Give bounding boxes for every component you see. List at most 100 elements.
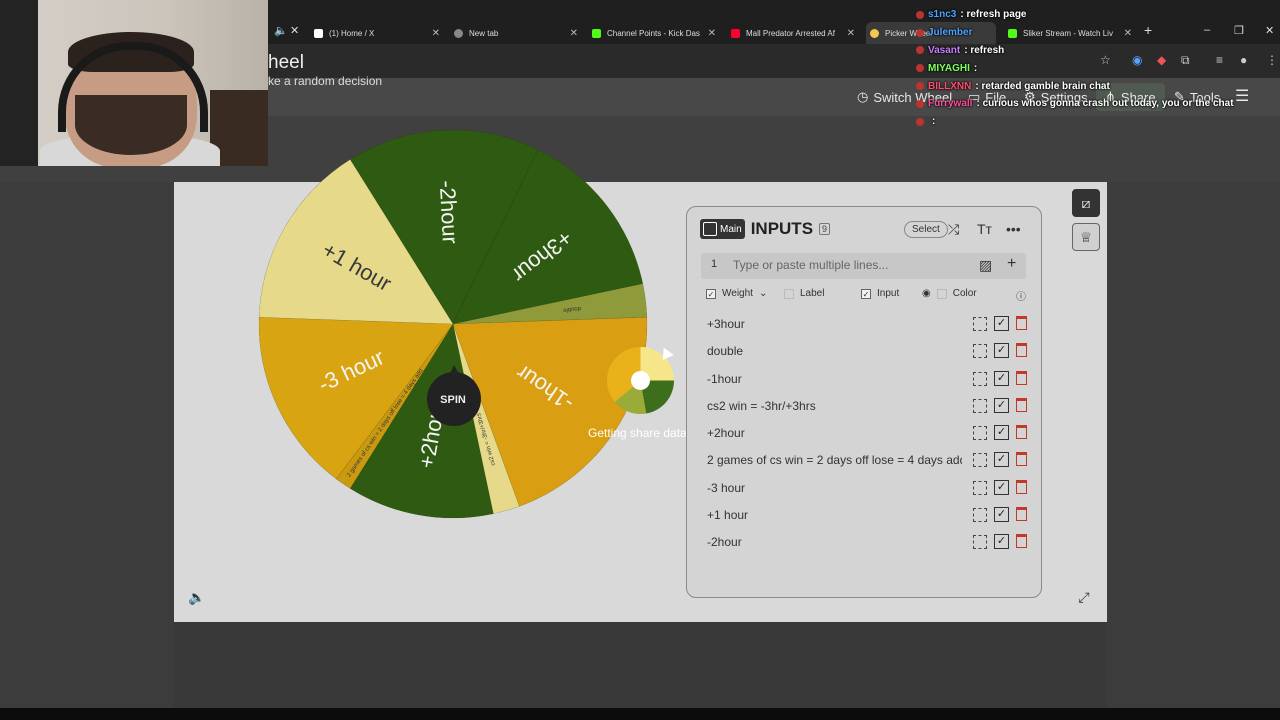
picker-wheel[interactable]: -2hour +3hour double -1hour cs2 win = -3hr/+…: [258, 129, 648, 519]
input-entry-label[interactable]: +2hour: [707, 426, 962, 440]
chat-username[interactable]: Vasant: [928, 45, 960, 56]
input-entry-label[interactable]: -1hour: [707, 372, 962, 386]
input-entry-row[interactable]: +3hour ✓: [701, 310, 1031, 337]
chat-username[interactable]: Julember: [928, 27, 972, 38]
trash-icon[interactable]: [1016, 507, 1027, 522]
trash-icon[interactable]: [1016, 343, 1027, 358]
sound-toggle-icon[interactable]: 🔈: [183, 584, 211, 612]
chat-text: :: [973, 62, 978, 74]
input-entry-row[interactable]: -1hour ✓: [701, 365, 1031, 392]
input-entry-row[interactable]: +1 hour ✓: [701, 501, 1031, 528]
text-size-icon[interactable]: Tт: [977, 221, 992, 237]
trophy-icon[interactable]: ♕: [1072, 223, 1100, 251]
chat-username[interactable]: s1nc3: [928, 9, 956, 20]
duplicate-icon[interactable]: [973, 317, 987, 331]
input-checkbox[interactable]: ✓: [861, 288, 871, 299]
weight-option[interactable]: ✓ Weight ⌄: [706, 288, 767, 299]
input-entry-label[interactable]: +3hour: [707, 317, 962, 331]
speaker-icon[interactable]: 🔈: [274, 24, 288, 37]
shuffle-icon[interactable]: ⤮: [948, 221, 959, 238]
tab-label: (1) Home / X: [329, 28, 375, 38]
tab-close-icon[interactable]: ✕: [708, 28, 716, 39]
input-entry-label[interactable]: 2 games of cs win = 2 days off lose = 4 …: [707, 453, 962, 467]
tab-youtube-video[interactable]: Mall Predator Arrested Af ✕: [731, 22, 855, 44]
trash-icon[interactable]: [1016, 316, 1027, 330]
wheel-segment-label: -2hour: [435, 180, 463, 245]
chat-badge-icon: [916, 28, 924, 37]
input-entry-label[interactable]: double: [707, 344, 962, 358]
tab-x-home[interactable]: (1) Home / X ✕: [314, 22, 440, 44]
inputs-header: Main INPUTS 9: [700, 219, 831, 239]
trash-icon[interactable]: [1016, 479, 1027, 494]
trash-icon[interactable]: [1016, 452, 1027, 467]
trash-icon[interactable]: [1016, 425, 1027, 440]
tab-new-tab[interactable]: New tab ✕: [454, 22, 578, 44]
fullscreen-icon[interactable]: ⤢: [1070, 584, 1098, 612]
duplicate-icon[interactable]: [973, 480, 987, 495]
input-entry-row[interactable]: cs2 win = -3hr/+3hrs ✓: [701, 392, 1031, 419]
input-option[interactable]: ✓ Input: [861, 288, 899, 299]
select-button[interactable]: Select: [904, 221, 948, 238]
chat-message: Julember: [916, 24, 1276, 42]
color-option[interactable]: ◉ Color: [922, 288, 977, 299]
weight-checkbox[interactable]: ✓: [706, 288, 716, 299]
eye-icon[interactable]: ◉: [922, 288, 931, 299]
tab-close-icon[interactable]: ✕: [432, 28, 440, 39]
tab-close-icon[interactable]: ✕: [290, 24, 299, 37]
entry-checkbox[interactable]: ✓: [994, 534, 1009, 550]
entry-input[interactable]: [733, 257, 968, 273]
input-entry-label[interactable]: -3 hour: [707, 481, 962, 495]
label-option[interactable]: Label: [784, 288, 824, 299]
input-entry-label[interactable]: -2hour: [707, 535, 962, 549]
main-tab-badge[interactable]: Main: [700, 219, 745, 239]
taskbar-strip: [0, 708, 1280, 720]
input-entry-row[interactable]: double ✓: [701, 337, 1031, 364]
trash-icon[interactable]: [1016, 397, 1027, 412]
duplicate-icon[interactable]: [973, 398, 987, 413]
input-entry-row[interactable]: 2 games of cs win = 2 days off lose = 4 …: [701, 446, 1031, 473]
add-entry-plus-icon[interactable]: +: [1007, 255, 1016, 273]
trash-icon[interactable]: [1016, 370, 1027, 385]
inputs-title: INPUTS: [750, 219, 814, 238]
kick-logo-icon: [592, 28, 601, 38]
tab-channel-points[interactable]: Channel Points - Kick Das ✕: [592, 22, 716, 44]
input-entry-row[interactable]: -3 hour ✓: [701, 474, 1031, 501]
input-entry-row[interactable]: +2hour ✓: [701, 419, 1031, 446]
duplicate-icon[interactable]: [973, 371, 987, 386]
tab-close-icon[interactable]: ✕: [847, 28, 855, 39]
duplicate-icon[interactable]: [973, 453, 987, 468]
tab-close-icon[interactable]: ✕: [570, 28, 578, 39]
duplicate-icon[interactable]: [973, 344, 987, 359]
entry-checkbox[interactable]: ✓: [994, 343, 1009, 359]
image-upload-icon[interactable]: ▨: [979, 257, 992, 274]
duplicate-icon[interactable]: [973, 535, 987, 550]
entry-checkbox[interactable]: ✓: [994, 316, 1009, 331]
entry-checkbox[interactable]: ✓: [994, 425, 1009, 441]
duplicate-icon[interactable]: [973, 426, 987, 441]
entry-checkbox[interactable]: ✓: [994, 397, 1009, 413]
hide-panel-icon[interactable]: ⧄: [1072, 189, 1100, 217]
chat-username[interactable]: MIYAGHI: [928, 63, 970, 74]
input-entry-label[interactable]: cs2 win = -3hr/+3hrs: [707, 399, 962, 413]
wheel-favicon-icon: [870, 28, 879, 38]
input-entry-label[interactable]: +1 hour: [707, 508, 962, 522]
card-footer: [174, 622, 1107, 708]
chat-username[interactable]: Furrywall: [928, 98, 972, 109]
entry-checkbox[interactable]: ✓: [994, 452, 1009, 468]
chevron-down-icon[interactable]: ⌄: [759, 288, 767, 299]
info-icon[interactable]: ⓘ: [1016, 288, 1026, 303]
chat-username[interactable]: BILLXNN: [928, 81, 971, 92]
chat-message: MIYAGHI:: [916, 59, 1276, 77]
trash-icon[interactable]: [1016, 534, 1027, 549]
input-entry-row[interactable]: -2hour ✓: [701, 528, 1031, 555]
label-checkbox[interactable]: [784, 288, 794, 299]
color-checkbox[interactable]: [936, 288, 947, 299]
duplicate-icon[interactable]: [973, 508, 987, 523]
chat-message: s1nc3: refresh page: [916, 6, 1276, 24]
more-options-icon[interactable]: •••: [1006, 221, 1021, 237]
option-label: Color: [952, 288, 977, 299]
option-label: Input: [877, 288, 900, 299]
entry-checkbox[interactable]: ✓: [994, 479, 1009, 495]
entry-checkbox[interactable]: ✓: [994, 370, 1009, 386]
entry-checkbox[interactable]: ✓: [994, 507, 1009, 523]
